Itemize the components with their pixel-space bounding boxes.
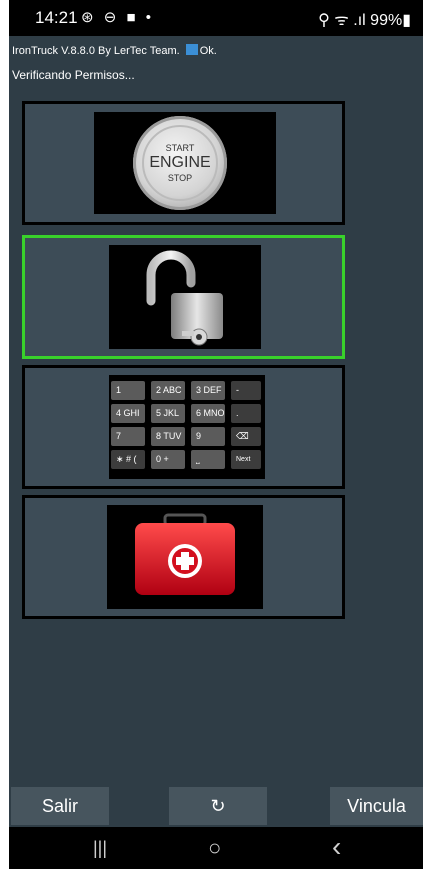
key-1: 1 bbox=[111, 381, 145, 400]
first-aid-image bbox=[107, 505, 263, 609]
backspace-key: ⌫ bbox=[231, 427, 261, 446]
key-5: 5 JKL bbox=[151, 404, 185, 423]
keypad-image: 1 2 ABC 3 DEF - 4 GHI 5 JKL 6 MNO . 7 PQ… bbox=[109, 375, 265, 479]
key-9: 9 WXYZ bbox=[191, 427, 225, 460]
app-screen: 14:21 ⊛ ⊖ ■ • ⚲ ᯤ .ıl 99%▮ IronTruck V.8… bbox=[9, 0, 423, 869]
salir-button[interactable]: Salir bbox=[11, 787, 109, 825]
key-2: 2 ABC bbox=[151, 381, 185, 400]
first-aid-panel[interactable] bbox=[22, 495, 345, 619]
start-engine-image: START ENGINE STOP bbox=[94, 112, 276, 214]
first-aid-kit-icon bbox=[135, 513, 235, 595]
app-info-line: IronTruck V.8.8.0 By LerTec Team. Ok. bbox=[12, 44, 217, 57]
keypad-panel[interactable]: 1 2 ABC 3 DEF - 4 GHI 5 JKL 6 MNO . 7 PQ… bbox=[22, 365, 345, 489]
signal-icon bbox=[185, 44, 198, 55]
vincula-button[interactable]: Vincula bbox=[330, 787, 423, 825]
back-icon[interactable]: ‹ bbox=[332, 831, 341, 863]
key-star: ∗ # ( bbox=[111, 450, 145, 469]
status-time: 14:21 bbox=[35, 8, 78, 27]
recents-icon[interactable]: ||| bbox=[93, 838, 107, 859]
status-bar: 14:21 ⊛ ⊖ ■ • ⚲ ᯤ .ıl 99%▮ bbox=[9, 0, 423, 36]
key-8: 8 TUV bbox=[151, 427, 185, 446]
unlocked-padlock-icon bbox=[146, 250, 223, 346]
stop-label: STOP bbox=[167, 173, 193, 183]
key-7: 7 PQRS bbox=[111, 427, 145, 460]
unlock-panel[interactable] bbox=[22, 235, 345, 359]
navigation-bar: ||| ○ ‹ bbox=[9, 827, 423, 869]
key-6: 6 MNO bbox=[191, 404, 225, 423]
start-label: START bbox=[165, 143, 195, 153]
start-engine-panel[interactable]: START ENGINE STOP bbox=[22, 101, 345, 225]
key-3: 3 DEF bbox=[191, 381, 225, 400]
key-4: 4 GHI bbox=[111, 404, 145, 423]
key-dash: - bbox=[231, 381, 261, 400]
key-dot: . bbox=[231, 404, 261, 423]
unlock-image bbox=[109, 245, 261, 349]
status-message: Verificando Permisos... bbox=[12, 68, 135, 82]
app-version-text: IronTruck V.8.8.0 By LerTec Team. bbox=[12, 45, 180, 57]
home-icon[interactable]: ○ bbox=[208, 835, 221, 861]
numeric-keypad-icon: 1 2 ABC 3 DEF - 4 GHI 5 JKL 6 MNO . 7 PQ… bbox=[111, 379, 263, 479]
notification-icons: ⊛ ⊖ ■ • bbox=[81, 9, 154, 26]
start-engine-button-icon: START ENGINE STOP bbox=[133, 116, 227, 210]
system-status-icons: ⚲ ᯤ .ıl 99%▮ bbox=[318, 12, 411, 29]
engine-label: ENGINE bbox=[149, 154, 211, 171]
connection-status: Ok. bbox=[199, 45, 217, 57]
key-next: Next bbox=[231, 450, 261, 469]
key-0: 0 + bbox=[151, 450, 185, 469]
refresh-button[interactable]: ↻ bbox=[169, 787, 267, 825]
key-space: ⎵ bbox=[191, 450, 225, 469]
